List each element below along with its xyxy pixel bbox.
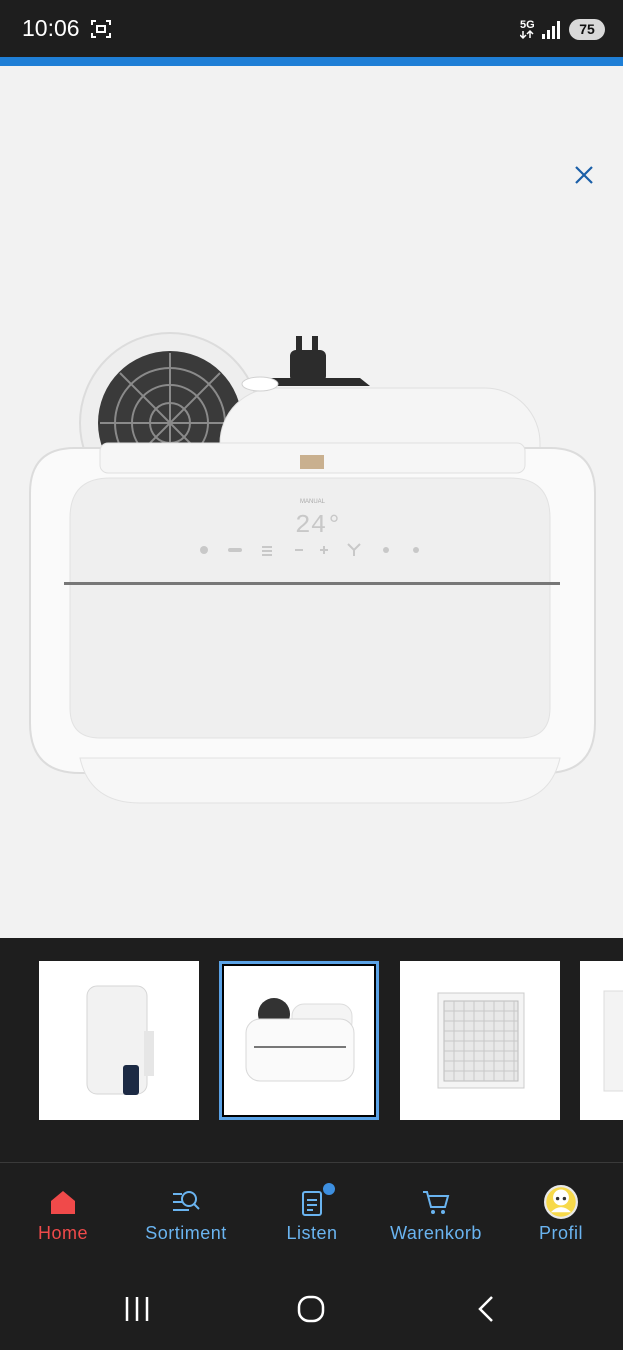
status-bar: 10:06 5G 75 xyxy=(0,0,623,57)
notification-badge xyxy=(321,1181,337,1197)
system-navigation-bar xyxy=(0,1272,623,1350)
nav-profil[interactable]: Profil xyxy=(499,1163,623,1273)
thumb-top-image xyxy=(245,998,355,1082)
thumb-front-image xyxy=(86,985,154,1095)
nav-sortiment[interactable]: Sortiment xyxy=(124,1163,248,1273)
screenshot-icon xyxy=(91,20,111,38)
nav-warenkorb[interactable]: Warenkorb xyxy=(374,1163,498,1273)
search-list-icon xyxy=(173,1191,200,1211)
back-icon[interactable] xyxy=(472,1294,502,1324)
nav-warenkorb-label: Warenkorb xyxy=(390,1223,482,1243)
thumb-side-image xyxy=(603,990,623,1092)
signal-icon: 5G xyxy=(520,19,560,40)
recent-apps-icon[interactable] xyxy=(122,1294,152,1324)
bottom-navigation: Home Sortiment Listen Warenkorb Profil xyxy=(0,1162,623,1273)
home-button-icon[interactable] xyxy=(296,1294,326,1324)
nav-home[interactable]: Home xyxy=(1,1163,125,1273)
nav-sortiment-label: Sortiment xyxy=(145,1223,227,1243)
profile-avatar-icon xyxy=(544,1185,578,1219)
product-image: MANUAL 24° xyxy=(29,332,596,804)
thumb-filter-image xyxy=(437,992,525,1089)
thumb-filter-view[interactable] xyxy=(400,961,560,1120)
nav-profil-label: Profil xyxy=(538,1223,583,1243)
thumbnail-strip[interactable] xyxy=(0,938,623,1162)
thumb-top-view[interactable] xyxy=(219,961,379,1120)
thumb-front-view[interactable] xyxy=(39,961,199,1120)
status-time: 10:06 xyxy=(22,15,80,41)
cart-icon xyxy=(423,1191,450,1214)
display-caption: MANUAL xyxy=(300,499,326,505)
image-viewer[interactable]: MANUAL 24° xyxy=(0,66,623,938)
home-icon xyxy=(51,1191,75,1214)
close-button[interactable] xyxy=(565,160,603,190)
thumb-side-view[interactable] xyxy=(580,961,623,1120)
close-icon xyxy=(575,166,593,184)
temperature-display: 24° xyxy=(295,510,342,540)
nav-listen[interactable]: Listen xyxy=(250,1163,374,1273)
accent-divider xyxy=(0,57,623,66)
network-label: 5G xyxy=(520,19,535,31)
nav-home-label: Home xyxy=(37,1223,88,1243)
battery-indicator: 75 xyxy=(569,19,605,40)
nav-listen-label: Listen xyxy=(286,1223,338,1243)
